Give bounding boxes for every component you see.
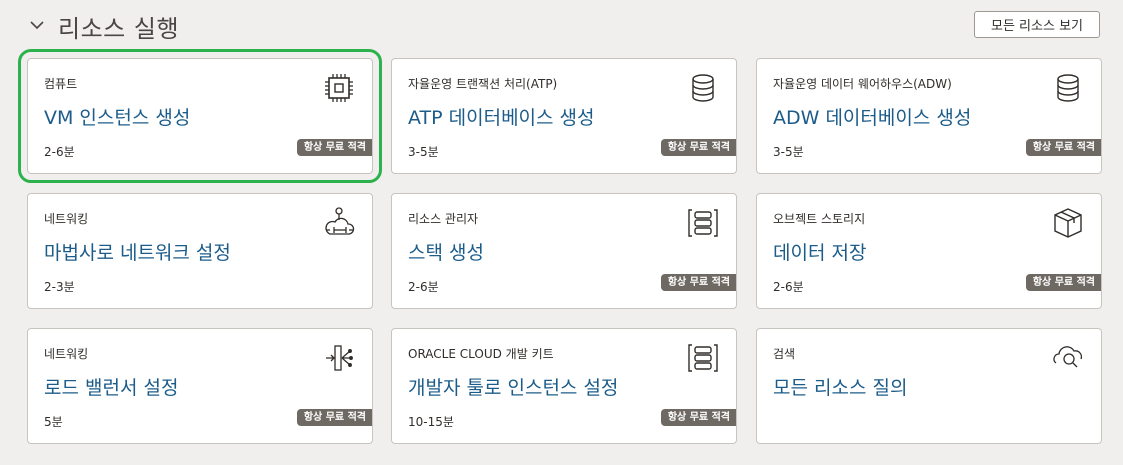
card-category: 네트워킹: [44, 212, 89, 226]
resource-card[interactable]: 오브젝트 스토리지데이터 저장 2-6분 항상 무료 적격: [756, 193, 1102, 309]
card-duration: 10-15분: [408, 415, 454, 429]
card-duration: 2-6분: [408, 280, 439, 294]
stack-icon: [686, 206, 720, 240]
card-duration: 2-3분: [44, 280, 75, 294]
card-category: ORACLE CLOUD 개발 키트: [408, 347, 554, 361]
card-category: 리소스 관리자: [408, 212, 479, 226]
search-cloud-icon: [1051, 341, 1085, 375]
box-icon: [1051, 206, 1085, 240]
database-icon: [1051, 71, 1085, 105]
view-all-resources-button[interactable]: 모든 리소스 보기: [974, 11, 1100, 38]
card-duration: 2-6분: [44, 145, 75, 159]
card-category: 컴퓨트: [44, 77, 78, 91]
load-balancer-icon: [322, 341, 356, 375]
resource-card[interactable]: 네트워킹마법사로 네트워크 설정 2-3분: [27, 193, 373, 309]
card-title-link[interactable]: ADW 데이터베이스 생성: [773, 103, 971, 130]
card-title-link[interactable]: 스택 생성: [408, 238, 484, 265]
resource-card[interactable]: 자율운영 트랜잭션 처리(ATP) ATP 데이터베이스 생성 3-5분 항상 무료 …: [391, 58, 737, 174]
always-free-badge: 항상 무료 적격: [296, 139, 372, 156]
always-free-badge: 항상 무료 적격: [660, 139, 736, 156]
resource-card[interactable]: 자율운영 데이터 웨어하우스(ADW) ADW 데이터베이스 생성 3-5분 항상 무…: [756, 58, 1102, 174]
card-category: 자율운영 트랜잭션 처리(ATP): [408, 77, 558, 91]
card-duration: 3-5분: [408, 145, 439, 159]
section-header: 리소스 실행 모든 리소스 보기: [0, 0, 1123, 50]
resource-card[interactable]: ORACLE CLOUD 개발 키트개발자 툴로 인스턴스 설정 10-15분 항상…: [391, 328, 737, 444]
resource-card[interactable]: 네트워킹로드 밸런서 설정 5분 항상 무료 적격: [27, 328, 373, 444]
card-title-link[interactable]: 모든 리소스 질의: [773, 373, 907, 400]
card-title-link[interactable]: 데이터 저장: [773, 238, 866, 265]
card-duration: 2-6분: [773, 280, 804, 294]
card-title-link[interactable]: 마법사로 네트워크 설정: [44, 238, 231, 265]
always-free-badge: 항상 무료 적격: [1025, 139, 1101, 156]
card-category: 검색: [773, 347, 796, 361]
card-category: 오브젝트 스토리지: [773, 212, 866, 226]
card-title-link[interactable]: ATP 데이터베이스 생성: [408, 103, 595, 130]
stack-icon: [686, 341, 720, 375]
card-duration: 5분: [44, 415, 63, 429]
card-title-link[interactable]: 개발자 툴로 인스턴스 설정: [408, 373, 618, 400]
always-free-badge: 항상 무료 적격: [296, 409, 372, 426]
card-title-link[interactable]: 로드 밸런서 설정: [44, 373, 178, 400]
always-free-badge: 항상 무료 적격: [660, 274, 736, 291]
card-category: 네트워킹: [44, 347, 89, 361]
resource-card[interactable]: 컴퓨트 VM 인스턴스 생성 2-6분 항상 무료 적격: [18, 49, 382, 183]
card-category: 자율운영 데이터 웨어하우스(ADW): [773, 77, 952, 91]
database-icon: [686, 71, 720, 105]
resource-card[interactable]: 검색모든 리소스 질의: [756, 328, 1102, 444]
chevron-down-icon[interactable]: [28, 16, 46, 34]
card-duration: 3-5분: [773, 145, 804, 159]
chip-icon: [322, 71, 356, 105]
resource-card[interactable]: 리소스 관리자스택 생성 2-6분 항상 무료 적격: [391, 193, 737, 309]
always-free-badge: 항상 무료 적격: [660, 409, 736, 426]
card-title-link[interactable]: VM 인스턴스 생성: [44, 103, 190, 130]
always-free-badge: 항상 무료 적격: [1025, 274, 1101, 291]
section-title: 리소스 실행: [58, 15, 180, 43]
network-cloud-icon: [322, 206, 356, 240]
